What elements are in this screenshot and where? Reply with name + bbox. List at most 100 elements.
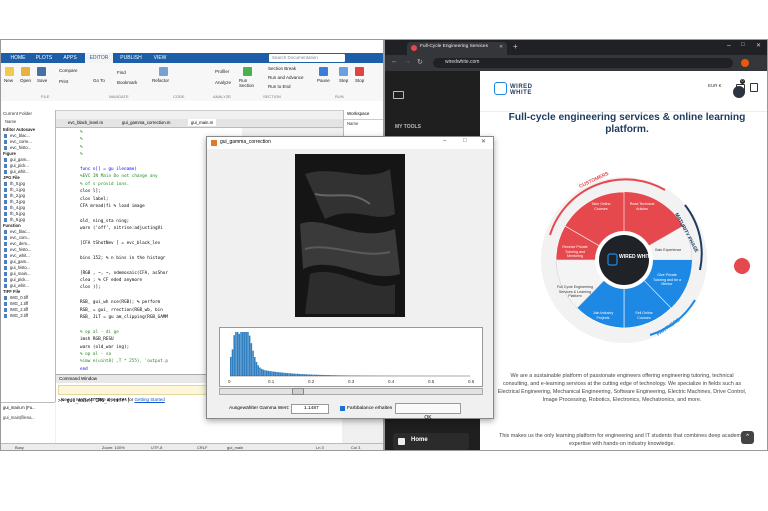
profile-avatar[interactable] [741,59,749,67]
name-column-header[interactable]: Name [5,119,16,124]
run-section-button[interactable]: Run Section [239,78,261,88]
maximize-icon[interactable]: □ [741,42,745,48]
back-icon[interactable]: ← [391,58,398,65]
url-bar[interactable]: wiredwhite.com [433,58,733,68]
pause-icon[interactable] [319,67,328,76]
window-close-icon[interactable]: ✕ [756,42,761,49]
browser-tab-active[interactable]: Full-Cycle Engineering Services ✕ [407,42,507,55]
forward-icon[interactable]: → [404,58,411,65]
matlab-figure-icon [211,140,217,146]
editor-tab-gui-main[interactable]: gui_main.m [188,119,217,126]
bookmark-button[interactable]: Bookmark [117,80,137,85]
histogram-bar [240,332,242,376]
color-balance-checkbox[interactable] [340,406,345,411]
figure-minimize-icon[interactable]: – [443,138,446,144]
open-folder-icon[interactable] [21,67,30,76]
tab-plots[interactable]: PLOTS [33,53,55,63]
status-zoom: Zoom: 100% [102,445,125,450]
code-line: end [80,366,88,372]
cart-count-badge: 0 [740,79,745,84]
stop-button[interactable]: Stop [355,78,364,83]
figure-maximize-icon[interactable]: □ [463,138,467,144]
file-icon [4,134,7,138]
section-break-button[interactable]: Section Break [268,66,296,71]
open-button[interactable]: Open [20,78,31,83]
analyze-button[interactable]: Analyze [215,80,231,85]
code-line: % [80,152,83,158]
print-button[interactable]: Print [59,79,68,84]
sidebar-toggle-icon[interactable] [393,91,404,99]
address-bar[interactable] [1,101,383,111]
gamma-value-field[interactable]: 1.1487 [291,404,329,414]
save-icon[interactable] [37,67,46,76]
new-button[interactable]: New [4,78,13,83]
stop-icon[interactable] [355,67,364,76]
histogram-bar [245,332,247,376]
tab-close-icon[interactable]: ✕ [499,44,503,50]
search-documentation-input[interactable]: Search Documentation [269,54,345,62]
tab-apps[interactable]: APPS [59,53,81,63]
command-window-title: Command Window [59,376,98,381]
code-line: % [80,144,83,150]
histogram-bar [257,365,259,376]
file-icon [4,140,7,144]
currency-selector[interactable]: EUR € [708,83,722,88]
site-logo[interactable]: WIRED WHITE [494,81,544,97]
matlab-status-bar: Busy Zoom: 100% UTF-8 CRLF gui_main Ln 3… [1,443,383,450]
refactor-icon[interactable] [159,67,168,76]
wishlist-icon[interactable] [750,83,758,92]
gamma-slider[interactable] [219,388,483,395]
find-button[interactable]: Find [117,70,126,75]
run-to-end-button[interactable]: Run to End [268,84,291,89]
sidebar-home-item[interactable]: Home [393,433,469,450]
reload-icon[interactable]: ↻ [417,58,423,66]
matlab-ribbon-tabs: HOME PLOTS APPS EDITOR PUBLISH VIEW Sear… [1,53,383,63]
file-icon [4,314,7,318]
run-and-advance-button[interactable]: Run and Advance [268,75,304,80]
wheel-center [599,235,649,285]
file-icon [4,212,7,216]
folder-file-item[interactable]: IMG_3.tiff [10,313,28,319]
histogram-bar [254,357,256,376]
file-icon [4,272,7,276]
figure-close-icon[interactable]: ✕ [481,138,486,145]
gamma-slider-thumb[interactable] [292,388,304,395]
go-to-button[interactable]: Go To [93,78,105,83]
editor-tab-gui-gamma[interactable]: gui_gamma_correction.m [122,120,170,125]
save-button[interactable]: Save [37,78,47,83]
refactor-button[interactable]: Refactor [152,78,169,83]
getting-started-link[interactable]: Getting Started [134,397,164,402]
tab-editor[interactable]: EDITOR [85,53,113,63]
step-icon[interactable] [339,67,348,76]
new-tab-icon[interactable]: + [513,42,518,51]
logo-mark-icon [494,82,507,95]
command-line[interactable]: >> gui_main('IMG_4.tiff') [58,399,130,404]
chat-bubble-button[interactable] [734,258,750,274]
editor-tab-evc-black-level[interactable]: evc_black_level.m [68,120,103,125]
scroll-to-top-button[interactable]: ⌃ [741,431,754,444]
tab-home[interactable]: HOME [7,53,29,63]
browser-tab-title: Full-Cycle Engineering Services [420,44,488,49]
workspace-name-header[interactable]: Name [347,121,358,126]
tab-publish[interactable]: PUBLISH [117,53,145,63]
ok-button[interactable]: OK [395,403,461,421]
pause-button[interactable]: Pause [317,78,330,83]
file-icon [4,254,7,258]
second-paragraph: This makes us the only learning platform… [499,433,745,447]
tab-view[interactable]: VIEW [149,53,171,63]
run-section-icon[interactable] [243,67,252,76]
step-button[interactable]: Step [339,78,348,83]
file-icon [4,218,7,222]
new-file-icon[interactable] [5,67,14,76]
code-line: bins 152; % n bins in the histogr [80,255,166,261]
file-icon [4,236,7,240]
user-avatar[interactable] [733,86,745,98]
profiler-button[interactable]: Profiler [215,69,229,74]
histogram-bar [266,370,268,376]
histogram-bar [264,370,266,376]
file-icon [4,242,7,246]
compare-button[interactable]: Compare [59,68,78,73]
minimize-icon[interactable]: – [727,42,731,49]
code-line: old_ ning_sta ning; [80,218,130,224]
file-icon [4,188,7,192]
